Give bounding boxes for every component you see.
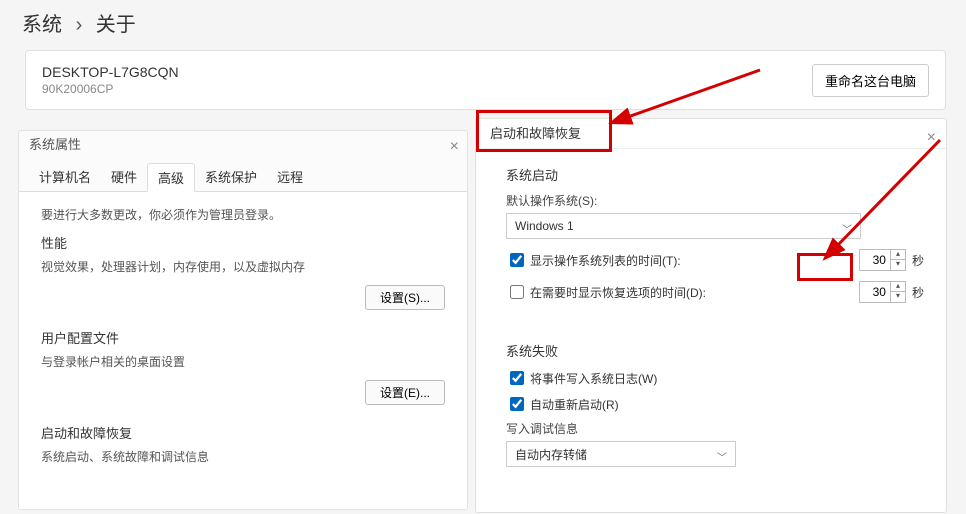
default-os-label: 默认操作系统(S): <box>506 192 924 209</box>
default-os-value: Windows 1 <box>515 219 574 233</box>
breadcrumb-about: 关于 <box>96 14 136 36</box>
tab-system-protection[interactable]: 系统保护 <box>195 163 267 191</box>
recovery-time-spinner[interactable]: ▴▾ <box>859 281 906 303</box>
rename-pc-button[interactable]: 重命名这台电脑 <box>812 64 929 97</box>
show-os-list-checkbox[interactable] <box>510 253 524 267</box>
system-failure-group: 系统失败 <box>506 341 924 360</box>
show-recovery-checkbox[interactable] <box>510 285 524 299</box>
show-os-list-checkbox-label[interactable]: 显示操作系统列表的时间(T): <box>506 250 859 270</box>
system-properties-dialog: 系统属性 × 计算机名 硬件 高级 系统保护 远程 要进行大多数更改，你必须作为… <box>18 130 468 510</box>
sysprop-title: 系统属性 <box>29 137 81 152</box>
close-icon[interactable]: × <box>450 133 459 161</box>
os-list-time-input[interactable] <box>859 249 891 271</box>
device-model: 90K20006CP <box>42 82 179 96</box>
auto-restart-checkbox[interactable] <box>510 397 524 411</box>
device-name: DESKTOP-L7G8CQN <box>42 64 179 80</box>
profiles-heading: 用户配置文件 <box>41 328 445 347</box>
show-recovery-text: 在需要时显示恢复选项的时间(D): <box>530 284 706 301</box>
startup-heading: 启动和故障恢复 <box>41 423 445 442</box>
tab-remote[interactable]: 远程 <box>267 163 313 191</box>
startup-desc: 系统启动、系统故障和调试信息 <box>41 448 445 465</box>
breadcrumb: 系统 › 关于 <box>22 8 136 37</box>
system-startup-group: 系统启动 <box>506 165 924 184</box>
sysprop-tabs: 计算机名 硬件 高级 系统保护 远程 <box>19 159 467 192</box>
device-card: DESKTOP-L7G8CQN 90K20006CP 重命名这台电脑 <box>25 50 946 110</box>
tab-computer-name[interactable]: 计算机名 <box>29 163 101 191</box>
perf-settings-button[interactable]: 设置(S)... <box>365 285 445 310</box>
startup-dialog-title: 启动和故障恢复 <box>490 126 581 141</box>
breadcrumb-system[interactable]: 系统 <box>22 14 62 36</box>
recovery-time-input[interactable] <box>859 281 891 303</box>
tab-advanced[interactable]: 高级 <box>147 163 195 192</box>
profiles-desc: 与登录帐户相关的桌面设置 <box>41 353 445 370</box>
debug-info-value: 自动内存转储 <box>515 446 587 463</box>
write-log-checkbox[interactable] <box>510 371 524 385</box>
show-recovery-checkbox-label[interactable]: 在需要时显示恢复选项的时间(D): <box>506 282 859 302</box>
auto-restart-text: 自动重新启动(R) <box>530 396 619 413</box>
chevron-down-icon: ﹀ <box>717 449 727 464</box>
perf-heading: 性能 <box>41 233 445 252</box>
auto-restart-checkbox-label[interactable]: 自动重新启动(R) <box>506 394 924 414</box>
close-icon[interactable]: × <box>927 123 936 153</box>
debug-info-select[interactable]: 自动内存转储 ﹀ <box>506 441 736 467</box>
chevron-down-icon: ﹀ <box>842 221 852 236</box>
show-os-list-text: 显示操作系统列表的时间(T): <box>530 252 681 269</box>
startup-recovery-dialog: 启动和故障恢复 × 系统启动 默认操作系统(S): Windows 1 ﹀ 显示… <box>475 118 947 513</box>
perf-desc: 视觉效果，处理器计划，内存使用，以及虚拟内存 <box>41 258 445 275</box>
write-log-checkbox-label[interactable]: 将事件写入系统日志(W) <box>506 368 924 388</box>
os-list-time-spinner[interactable]: ▴▾ <box>859 249 906 271</box>
default-os-select[interactable]: Windows 1 ﹀ <box>506 213 861 239</box>
write-log-text: 将事件写入系统日志(W) <box>530 370 657 387</box>
seconds-unit: 秒 <box>912 284 924 301</box>
seconds-unit: 秒 <box>912 252 924 269</box>
spin-down-icon[interactable]: ▾ <box>891 292 905 302</box>
profiles-settings-button[interactable]: 设置(E)... <box>365 380 445 405</box>
spin-down-icon[interactable]: ▾ <box>891 260 905 270</box>
admin-note: 要进行大多数更改，你必须作为管理员登录。 <box>41 206 445 223</box>
debug-info-label: 写入调试信息 <box>506 420 924 437</box>
tab-hardware[interactable]: 硬件 <box>101 163 147 191</box>
breadcrumb-sep: › <box>76 14 83 36</box>
